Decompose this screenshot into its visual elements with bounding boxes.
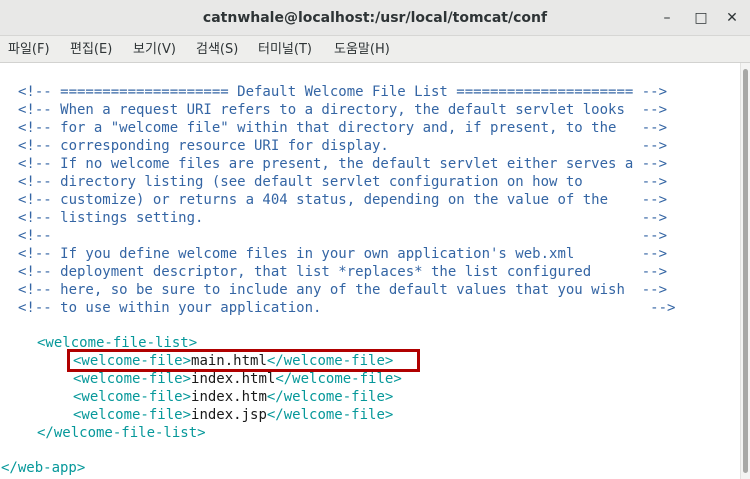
comment-line: <!-- corresponding resource URI for disp… [18, 138, 668, 154]
menu-help[interactable]: 도움말(H) [334, 36, 390, 63]
welcome-file-open-tag: <welcome-file> [73, 371, 192, 387]
welcome-file-open-tag: <welcome-file> [73, 389, 192, 405]
welcome-file-value: index.htm [191, 389, 267, 405]
comment-line: <!-- If no welcome files are present, th… [18, 156, 668, 172]
welcome-file-close-tag: </welcome-file> [266, 407, 394, 423]
maximize-button[interactable]: □ [689, 6, 713, 30]
welcome-file-list-close-tag: </welcome-file-list> [37, 425, 206, 441]
comment-line: <!-- directory listing (see default serv… [18, 174, 668, 190]
comment-line: <!-- customize) or returns a 404 status,… [18, 192, 668, 208]
menu-bar: 파일(F) 편집(E) 보기(V) 검색(S) 터미널(T) 도움말(H) [0, 36, 750, 63]
comment-line: <!-- deployment descriptor, that list *r… [18, 264, 668, 280]
welcome-file-value: index.jsp [191, 407, 267, 423]
scrollbar-thumb[interactable] [743, 69, 748, 473]
comment-line: <!-- here, so be sure to include any of … [18, 282, 668, 298]
comment-line: <!-- for a "welcome file" within that di… [18, 120, 668, 136]
comment-line: <!-- to use within your application. --> [18, 300, 676, 316]
welcome-file-value: index.html [191, 371, 276, 387]
welcome-file-row: <welcome-file>index.html</welcome-file> [73, 370, 402, 388]
welcome-file-row: <welcome-file>index.htm</welcome-file> [73, 388, 393, 406]
close-button[interactable]: ✕ [720, 6, 744, 30]
menu-search[interactable]: 검색(S) [196, 36, 238, 63]
welcome-file-close-tag: </welcome-file> [275, 371, 402, 387]
scrollbar[interactable] [740, 63, 750, 479]
menu-file[interactable]: 파일(F) [8, 36, 50, 63]
highlight-box [67, 349, 420, 372]
menu-edit[interactable]: 편집(E) [70, 36, 112, 63]
comment-line: <!-- ==================== Default Welcom… [18, 84, 668, 100]
welcome-file-close-tag: </welcome-file> [266, 389, 394, 405]
comment-line: <!-- --> [18, 228, 668, 244]
terminal-output[interactable]: <!-- ==================== Default Welcom… [0, 63, 740, 479]
minimize-button[interactable]: – [655, 6, 679, 30]
menu-view[interactable]: 보기(V) [133, 36, 176, 63]
welcome-file-row: <welcome-file>index.jsp</welcome-file> [73, 406, 393, 424]
menu-terminal[interactable]: 터미널(T) [258, 36, 312, 63]
web-app-close-tag: </web-app> [1, 460, 86, 476]
title-bar: catnwhale@localhost:/usr/local/tomcat/co… [0, 0, 750, 36]
comment-line: <!-- When a request URI refers to a dire… [18, 102, 668, 118]
comment-line: <!-- listings setting. --> [18, 210, 668, 226]
welcome-file-open-tag: <welcome-file> [73, 407, 192, 423]
window-title: catnwhale@localhost:/usr/local/tomcat/co… [202, 10, 548, 26]
comment-line: <!-- If you define welcome files in your… [18, 246, 668, 262]
